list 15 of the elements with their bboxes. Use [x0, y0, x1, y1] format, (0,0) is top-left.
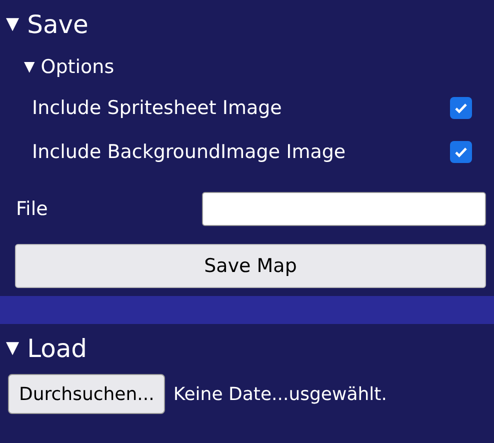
file-field[interactable] [202, 192, 486, 226]
collapse-arrow[interactable]: ▼ [6, 14, 20, 34]
checkbox[interactable] [450, 141, 472, 163]
option-label: Include BackgroundImage Image [32, 141, 346, 163]
collapse-arrow[interactable]: ▼ [6, 338, 20, 358]
section-title: Load [27, 334, 88, 362]
save-map-button[interactable]: Save Map [15, 244, 486, 288]
browse-button[interactable]: Durchsuchen... [8, 374, 166, 414]
section-title: Save [27, 10, 88, 38]
collapse-arrow[interactable]: ▼ [24, 59, 35, 75]
option-label: Include Spritesheet Image [32, 97, 282, 119]
checkbox[interactable] [450, 97, 472, 119]
subsection-title: Options [40, 56, 114, 78]
file-label: File [16, 198, 48, 220]
file-status: Keine Date...usgewählt. [173, 384, 387, 404]
